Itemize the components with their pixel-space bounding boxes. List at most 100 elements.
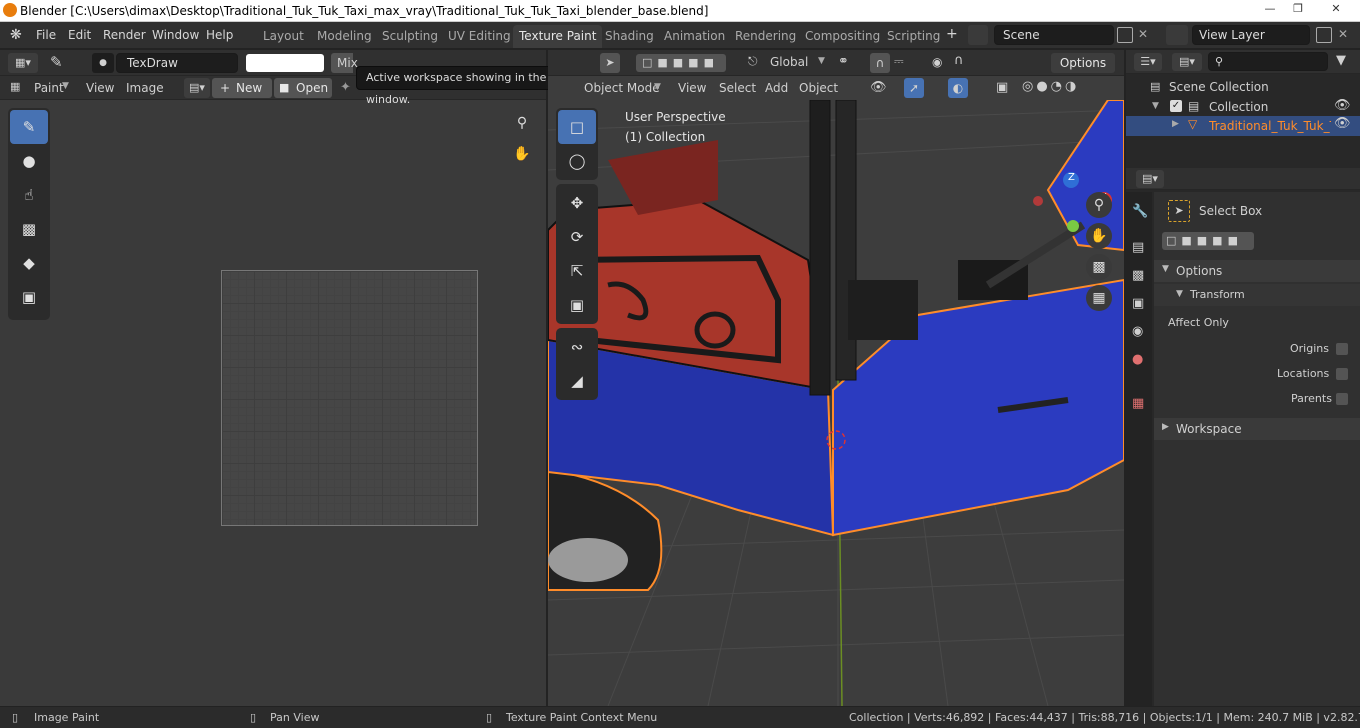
- blend-mode-dropdown[interactable]: Mix: [331, 53, 358, 73]
- close-icon[interactable]: ✕: [1316, 0, 1356, 18]
- filter-icon[interactable]: ▼: [1336, 53, 1346, 68]
- minimize-icon[interactable]: —: [1256, 0, 1284, 18]
- eye-icon[interactable]: 👁: [1334, 98, 1351, 113]
- visibility-icon[interactable]: 👁: [870, 80, 887, 95]
- outliner-collection[interactable]: Collection: [1209, 100, 1268, 114]
- move-tool-icon[interactable]: ✥: [558, 186, 596, 220]
- xray-icon[interactable]: ▣: [996, 80, 1008, 95]
- scene-field[interactable]: Scene: [994, 25, 1114, 45]
- parents-checkbox[interactable]: [1336, 393, 1348, 405]
- tab-compositing[interactable]: Compositing: [799, 25, 886, 48]
- scene-tab-icon[interactable]: ◉: [1132, 324, 1143, 339]
- tab-uv-editing[interactable]: UV Editing: [442, 25, 517, 48]
- zoom-icon[interactable]: ⚲: [509, 110, 535, 136]
- camera-icon[interactable]: ▩: [1086, 254, 1112, 280]
- ortho-grid-icon[interactable]: ▦: [1086, 285, 1112, 311]
- shading-mode-buttons[interactable]: ◎●◔◑: [1022, 79, 1102, 97]
- tab-shading[interactable]: Shading: [599, 25, 660, 48]
- viewport-zoom-icon[interactable]: ⚲: [1086, 192, 1112, 218]
- menu-render[interactable]: Render: [103, 28, 146, 42]
- properties-editor-icon[interactable]: ▤▾: [1136, 170, 1164, 188]
- outliner-search-input[interactable]: ⚲: [1208, 52, 1328, 71]
- menu-view[interactable]: View: [86, 81, 114, 95]
- outliner-scene-collection[interactable]: Scene Collection: [1169, 80, 1269, 94]
- image-canvas[interactable]: [221, 270, 478, 526]
- open-image-button[interactable]: ■ Open: [274, 78, 332, 98]
- output-tab-icon[interactable]: ▩: [1132, 268, 1144, 283]
- select-mode-buttons[interactable]: □■■■■: [1162, 232, 1254, 250]
- select-box-tool-icon[interactable]: □: [558, 110, 596, 144]
- options-dropdown[interactable]: Options: [1051, 53, 1115, 73]
- view-layer-icon[interactable]: [1166, 25, 1188, 45]
- pin-icon[interactable]: ✦: [340, 80, 351, 95]
- eye-icon[interactable]: 👁: [1334, 116, 1351, 131]
- viewport-menu-add[interactable]: Add: [765, 81, 788, 95]
- menu-image[interactable]: Image: [126, 81, 164, 95]
- brush-name-field[interactable]: TexDraw: [116, 53, 238, 73]
- menu-help[interactable]: Help: [206, 28, 233, 42]
- tab-modeling[interactable]: Modeling: [311, 25, 378, 48]
- tab-texture-paint[interactable]: Texture Paint: [513, 25, 603, 48]
- close-view-layer-icon[interactable]: ✕: [1338, 27, 1348, 41]
- soften-tool-icon[interactable]: ●: [10, 144, 48, 178]
- view-layer-field[interactable]: View Layer: [1192, 25, 1310, 45]
- expand-arrow-icon[interactable]: ▼: [1152, 101, 1159, 111]
- select-mode-buttons[interactable]: □■■■■: [636, 54, 726, 72]
- viewport-pan-icon[interactable]: ✋: [1086, 223, 1112, 249]
- world-tab-icon[interactable]: ●: [1132, 352, 1143, 367]
- outliner-object-row[interactable]: ▶ ▽ Traditional_Tuk_Tuk_Taxi 👁: [1126, 116, 1360, 136]
- close-scene-icon[interactable]: ✕: [1138, 27, 1148, 41]
- draw-tool-icon[interactable]: ✎: [10, 110, 48, 144]
- new-view-layer-icon[interactable]: [1316, 27, 1332, 43]
- gizmo-y[interactable]: [1067, 220, 1079, 232]
- transform-tool-icon[interactable]: ▣: [558, 288, 596, 322]
- tab-animation[interactable]: Animation: [658, 25, 731, 48]
- expand-arrow-icon[interactable]: ▶: [1172, 119, 1179, 129]
- blender-menu-icon[interactable]: ❋: [10, 27, 22, 43]
- editor-type-icon[interactable]: ▦▾: [8, 53, 38, 73]
- gizmo-neg-x[interactable]: [1033, 196, 1043, 206]
- gizmo-icon[interactable]: ➚: [904, 78, 924, 98]
- annotate-tool-icon[interactable]: ∾: [558, 330, 596, 364]
- viewport-menu-select[interactable]: Select: [719, 81, 756, 95]
- tool-tab-icon[interactable]: 🔧: [1132, 204, 1148, 219]
- proportional-edit-icon[interactable]: ◉: [932, 55, 942, 69]
- new-image-button[interactable]: + New: [212, 78, 272, 98]
- select-cursor-icon[interactable]: ➤: [600, 53, 620, 73]
- workspace-panel-header[interactable]: ▶ Workspace: [1154, 418, 1360, 440]
- render-tab-icon[interactable]: ▤: [1132, 240, 1144, 255]
- cursor-tool-icon[interactable]: ◯: [558, 144, 596, 178]
- collection-checkbox[interactable]: ✓: [1170, 100, 1182, 112]
- scene-icon[interactable]: [968, 25, 988, 45]
- transform-panel-header[interactable]: ▼ Transform: [1154, 284, 1360, 306]
- measure-tool-icon[interactable]: ◢: [558, 364, 596, 398]
- tab-sculpting[interactable]: Sculpting: [376, 25, 444, 48]
- display-mode-icon[interactable]: ▤▾: [1172, 53, 1202, 71]
- outliner-editor-icon[interactable]: ☰▾: [1134, 53, 1162, 71]
- snap-target-icon[interactable]: ⎓: [894, 54, 904, 69]
- falloff-icon[interactable]: ∩: [954, 53, 964, 68]
- scale-tool-icon[interactable]: ⇱: [558, 254, 596, 288]
- menu-edit[interactable]: Edit: [68, 28, 91, 42]
- brush-icon[interactable]: ✎: [50, 53, 63, 71]
- pan-hand-icon[interactable]: ✋: [509, 141, 535, 167]
- tab-scripting[interactable]: Scripting: [881, 25, 946, 48]
- menu-file[interactable]: File: [36, 28, 56, 42]
- smear-tool-icon[interactable]: ☝: [10, 178, 48, 212]
- brush-color-swatch[interactable]: [246, 54, 324, 72]
- viewport-menu-view[interactable]: View: [678, 81, 706, 95]
- snap-icon[interactable]: ∩: [870, 53, 890, 73]
- rotate-tool-icon[interactable]: ⟳: [558, 220, 596, 254]
- add-workspace-icon[interactable]: +: [946, 26, 958, 42]
- paint-mode-dropdown[interactable]: Paint: [34, 81, 64, 95]
- menu-window[interactable]: Window: [152, 28, 199, 42]
- tab-rendering[interactable]: Rendering: [729, 25, 802, 48]
- view-layer-tab-icon[interactable]: ▣: [1132, 296, 1144, 311]
- 3d-viewport[interactable]: ➤ □■■■■ ⎋ Global ▼ ⚭ ∩ ⎓ ◉ ∩ Options Obj…: [548, 50, 1124, 706]
- pivot-icon[interactable]: ⚭: [838, 54, 849, 69]
- restore-icon[interactable]: ❐: [1284, 0, 1312, 18]
- locations-checkbox[interactable]: [1336, 368, 1348, 380]
- texture-tab-icon[interactable]: ▦: [1132, 396, 1144, 411]
- brush-browse-icon[interactable]: ●: [92, 53, 114, 73]
- fill-tool-icon[interactable]: ◆: [10, 246, 48, 280]
